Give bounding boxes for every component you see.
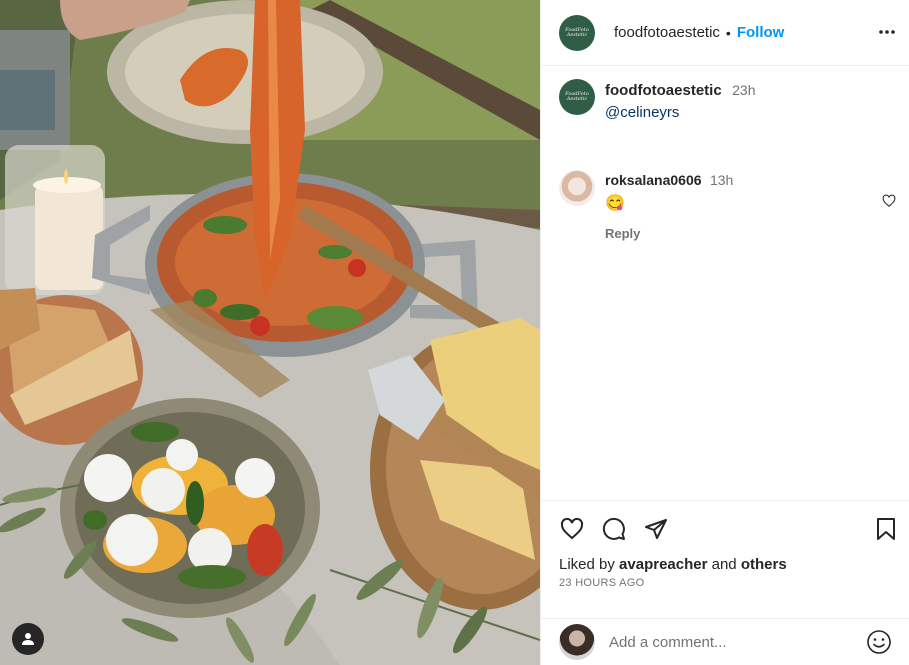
post-header: FoodFoto Aestetic foodfotoaestetic • Fol… — [541, 0, 909, 66]
action-icons — [559, 517, 669, 546]
comment-text: 😋 — [605, 195, 625, 212]
more-horizontal-icon — [879, 30, 895, 34]
author-avatar[interactable]: FoodFoto Aestetic — [559, 14, 595, 51]
current-user-avatar[interactable] — [559, 624, 595, 660]
caption-mention-link[interactable]: @celineyrs — [605, 104, 755, 121]
user-icon — [22, 633, 34, 645]
follow-button[interactable]: Follow — [737, 24, 785, 41]
more-options-button[interactable] — [878, 22, 896, 47]
comment-button[interactable] — [601, 517, 627, 546]
post-sidebar: FoodFoto Aestetic foodfotoaestetic • Fol… — [540, 0, 909, 665]
comment-item: roksalana0606 13h 😋 Reply — [559, 170, 904, 241]
bookmark-icon — [877, 518, 895, 540]
caption-username[interactable]: foodfotoaestetic — [605, 82, 722, 99]
caption-time[interactable]: 23h — [732, 82, 755, 98]
comment-icon — [602, 517, 625, 540]
caption-author-avatar[interactable]: FoodFoto Aestetic — [559, 79, 595, 115]
separator-dot: • — [725, 24, 731, 41]
caption-body: foodfotoaestetic 23h @celineyrs — [605, 79, 755, 121]
commenter-avatar[interactable] — [559, 170, 595, 206]
author-username[interactable]: foodfotoaestetic — [614, 24, 720, 41]
add-comment-bar — [541, 618, 909, 665]
save-button[interactable] — [874, 517, 898, 546]
post-caption: FoodFoto Aestetic foodfotoaestetic 23h @… — [559, 79, 755, 121]
liked-by-text: Liked by avapreacher and others — [559, 556, 787, 573]
comment-like-button[interactable] — [882, 194, 896, 213]
share-button[interactable] — [643, 517, 669, 546]
post-timestamp[interactable]: 23 HOURS AGO — [559, 577, 645, 589]
liked-by-others-link[interactable]: others — [741, 556, 787, 573]
liked-by-user-link[interactable]: avapreacher — [619, 556, 707, 573]
share-icon — [645, 519, 667, 539]
heart-icon — [882, 194, 896, 207]
reply-button[interactable]: Reply — [605, 226, 904, 241]
post-actions: Liked by avapreacher and others 23 HOURS… — [541, 500, 909, 618]
post-photo[interactable] — [0, 0, 540, 665]
like-button[interactable] — [559, 517, 585, 546]
liked-by-and: and — [711, 556, 737, 573]
comment-body: roksalana0606 13h 😋 Reply — [605, 170, 904, 241]
heart-icon — [560, 517, 584, 540]
comment-username[interactable]: roksalana0606 — [605, 172, 702, 188]
food-photo-illustration — [0, 0, 540, 665]
comment-time[interactable]: 13h — [710, 172, 733, 188]
avatar-logo-text: FoodFoto Aestetic — [565, 26, 589, 38]
emoji-picker-button[interactable] — [866, 629, 892, 660]
tagged-users-button[interactable] — [12, 623, 44, 655]
avatar-logo-text: FoodFoto Aestetic — [565, 91, 589, 102]
comment-input[interactable] — [609, 633, 849, 651]
smiley-icon — [867, 630, 891, 654]
liked-by-prefix: Liked by — [559, 556, 615, 573]
